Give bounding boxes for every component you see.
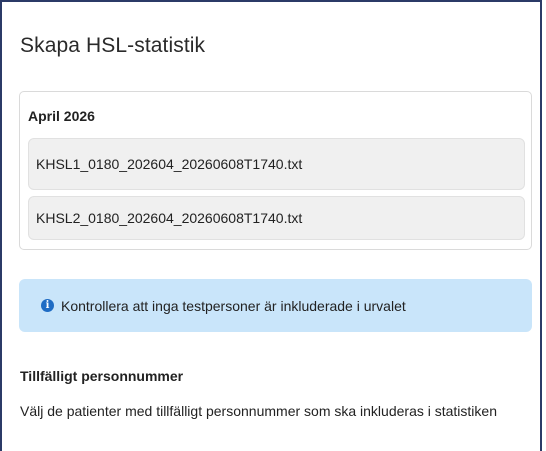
- period-heading: April 2026: [28, 108, 95, 124]
- file-item-khsl1[interactable]: KHSL1_0180_202604_20260608T1740.txt: [28, 138, 525, 190]
- period-card: April 2026 KHSL1_0180_202604_20260608T17…: [19, 91, 532, 250]
- info-alert-text: Kontrollera att inga testpersoner är ink…: [61, 297, 406, 314]
- file-item-khsl2[interactable]: KHSL2_0180_202604_20260608T1740.txt: [28, 196, 525, 240]
- info-alert: i Kontrollera att inga testpersoner är i…: [19, 279, 532, 332]
- temp-id-heading: Tillfälligt personnummer: [20, 368, 184, 384]
- temp-id-description: Välj de patienter med tillfälligt person…: [20, 403, 497, 419]
- hsl-statistics-dialog: Skapa HSL-statistik April 2026 KHSL1_018…: [0, 0, 542, 451]
- info-circle-icon: i: [41, 299, 54, 312]
- dialog-title: Skapa HSL-statistik: [20, 34, 206, 57]
